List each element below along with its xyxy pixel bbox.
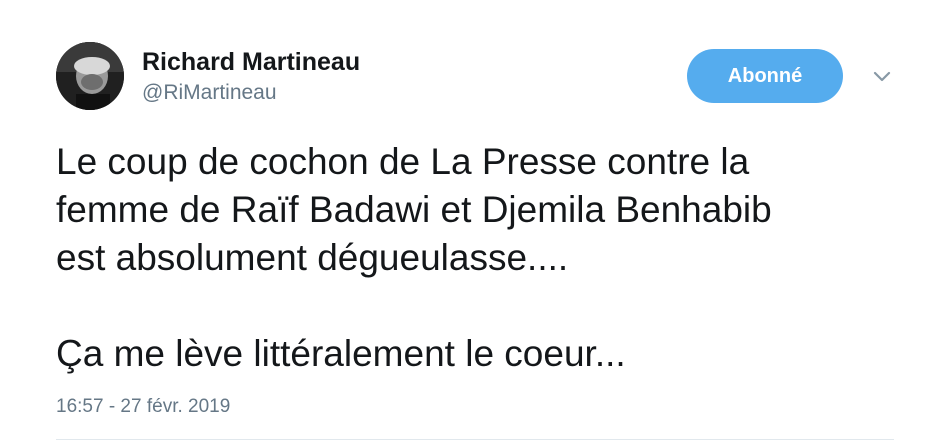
author-display-name[interactable]: Richard Martineau <box>142 47 360 77</box>
tweet-card: Richard Martineau @RiMartineau Abonné Le… <box>0 0 950 442</box>
tweet-timestamp[interactable]: 16:57 - 27 févr. 2019 <box>56 395 230 419</box>
avatar-photo-icon <box>56 42 124 110</box>
chevron-down-icon[interactable] <box>871 66 893 88</box>
tweet-text: Le coup de cochon de La Presse contre la… <box>56 138 926 378</box>
divider <box>56 439 894 440</box>
author-handle[interactable]: @RiMartineau <box>142 80 277 106</box>
avatar[interactable] <box>56 42 124 110</box>
tweet-paragraph: Le coup de cochon de La Presse contre la… <box>56 141 772 278</box>
tweet-paragraph: Ça me lève littéralement le coeur... <box>56 333 626 374</box>
following-button[interactable]: Abonné <box>687 49 843 103</box>
